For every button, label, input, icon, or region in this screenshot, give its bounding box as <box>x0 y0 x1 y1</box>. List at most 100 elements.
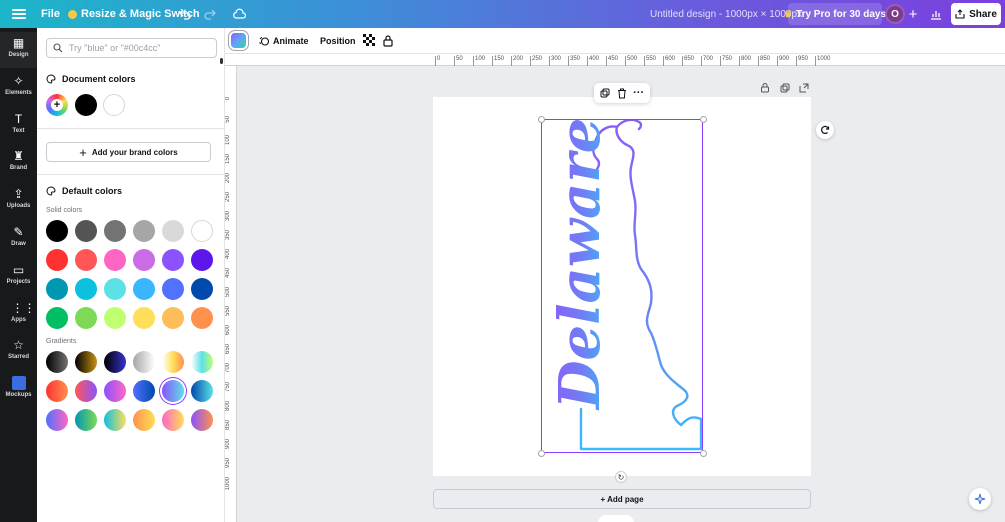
gradient-swatch[interactable] <box>162 409 184 431</box>
ruler-tick-label: 1000 <box>815 56 830 66</box>
gradient-swatch[interactable] <box>191 409 213 431</box>
rail-item-projects[interactable]: ▭ Projects <box>0 259 37 295</box>
animate-button[interactable]: Animate <box>259 34 309 48</box>
rail-item-uploads[interactable]: ⇪ Uploads <box>0 183 37 219</box>
gradient-swatch[interactable] <box>133 409 155 431</box>
gradient-swatch[interactable] <box>133 351 155 373</box>
solid-color-swatch[interactable] <box>133 278 155 300</box>
solid-color-swatch[interactable] <box>162 278 184 300</box>
rail-item-apps[interactable]: ⋮⋮ Apps <box>0 297 37 333</box>
ruler-tick-label: 400 <box>225 249 231 260</box>
selection-box <box>541 119 703 453</box>
solid-color-swatch[interactable] <box>46 220 68 242</box>
document-color-swatch[interactable] <box>103 94 125 116</box>
solid-color-swatch[interactable] <box>191 220 213 242</box>
solid-color-swatch[interactable] <box>133 249 155 271</box>
solid-color-swatch[interactable] <box>75 307 97 329</box>
gradient-swatch[interactable] <box>75 380 97 402</box>
gradient-swatch[interactable] <box>191 380 213 402</box>
lock-icon[interactable] <box>760 82 772 94</box>
search-input[interactable] <box>69 43 209 53</box>
copy-icon[interactable] <box>599 87 611 99</box>
solid-color-swatch[interactable] <box>191 307 213 329</box>
gradient-swatch[interactable] <box>162 351 184 373</box>
selected-color-button[interactable] <box>231 33 246 48</box>
rail-item-text[interactable]: T Text <box>0 108 37 144</box>
resize-handle[interactable] <box>538 116 545 123</box>
add-icon[interactable]: + <box>904 5 922 23</box>
delete-icon[interactable] <box>616 87 628 99</box>
more-icon[interactable]: ··· <box>633 87 645 99</box>
solid-color-swatch[interactable] <box>162 307 184 329</box>
solid-color-swatch[interactable] <box>133 220 155 242</box>
gradient-swatch[interactable] <box>104 409 126 431</box>
solid-color-swatch[interactable] <box>162 249 184 271</box>
solid-color-swatch[interactable] <box>75 278 97 300</box>
file-menu[interactable]: File <box>41 8 60 20</box>
document-color-swatch[interactable] <box>75 94 97 116</box>
solid-color-swatch[interactable] <box>162 220 184 242</box>
avatar[interactable]: O <box>885 4 905 24</box>
solid-color-swatch[interactable] <box>191 249 213 271</box>
ruler-tick-label: 550 <box>644 56 656 66</box>
rail-item-design[interactable]: ▦ Design <box>0 32 37 68</box>
rail-item-mockups[interactable]: Mockups <box>0 372 37 408</box>
add-page-button[interactable]: + Add page <box>433 489 811 509</box>
lock-icon[interactable] <box>382 34 396 48</box>
magic-assistant-icon[interactable] <box>969 488 991 510</box>
solid-color-swatch[interactable] <box>75 220 97 242</box>
solid-color-swatch[interactable] <box>104 249 126 271</box>
resize-handle[interactable] <box>700 450 707 457</box>
position-button[interactable]: Position <box>320 36 356 46</box>
divider <box>37 128 224 129</box>
rail-item-starred[interactable]: ☆ Starred <box>0 334 37 370</box>
add-color-button[interactable]: + <box>46 94 68 116</box>
gradient-swatch[interactable] <box>104 351 126 373</box>
solid-color-swatch[interactable] <box>46 249 68 271</box>
rail-item-elements[interactable]: ✧ Elements <box>0 70 37 106</box>
resize-handle[interactable] <box>538 450 545 457</box>
ruler-tick-label: 800 <box>739 56 751 66</box>
gradient-swatch[interactable] <box>75 351 97 373</box>
redo-icon[interactable] <box>201 5 219 23</box>
gradient-swatch[interactable] <box>191 351 213 373</box>
cloud-save-icon[interactable] <box>230 5 248 23</box>
gradient-swatch[interactable] <box>46 380 68 402</box>
add-brand-colors-button[interactable]: + Add your brand colors <box>46 142 211 162</box>
scrollbar[interactable] <box>220 58 223 64</box>
color-search[interactable] <box>46 38 217 58</box>
solid-color-swatch[interactable] <box>104 278 126 300</box>
solid-color-swatch[interactable] <box>104 220 126 242</box>
try-pro-button[interactable]: ♛ Try Pro for 30 days <box>784 3 886 25</box>
document-title[interactable]: Untitled design - 1000px × 1000px <box>650 9 802 20</box>
rail-label: Draw <box>11 241 26 247</box>
gradient-swatch[interactable] <box>46 351 68 373</box>
rotate-icon[interactable]: ↻ <box>615 471 627 483</box>
element-toolbar: ··· <box>594 83 650 103</box>
menu-icon[interactable] <box>12 7 26 21</box>
add-page-icon[interactable] <box>799 82 811 94</box>
gradient-swatch[interactable] <box>162 380 184 402</box>
solid-color-swatch[interactable] <box>46 307 68 329</box>
rail-item-brand[interactable]: ♜ Brand <box>0 145 37 181</box>
solid-color-swatch[interactable] <box>133 307 155 329</box>
duplicate-icon[interactable] <box>780 82 792 94</box>
gradient-swatch[interactable] <box>46 409 68 431</box>
solid-color-swatch[interactable] <box>75 249 97 271</box>
undo-icon[interactable] <box>176 5 194 23</box>
rail-item-draw[interactable]: ✎ Draw <box>0 221 37 257</box>
gradient-swatch[interactable] <box>104 380 126 402</box>
resize-handle[interactable] <box>700 116 707 123</box>
solid-color-swatch[interactable] <box>46 278 68 300</box>
solid-color-swatch[interactable] <box>191 278 213 300</box>
analytics-icon[interactable] <box>927 5 945 23</box>
solid-color-swatch[interactable] <box>104 307 126 329</box>
show-pages-handle[interactable] <box>598 515 634 522</box>
ruler-tick-label: 850 <box>225 420 231 431</box>
gradient-swatch[interactable] <box>133 380 155 402</box>
refresh-icon[interactable] <box>816 121 834 139</box>
transparency-icon[interactable] <box>363 34 377 48</box>
gradient-swatch[interactable] <box>75 409 97 431</box>
document-colors-title: Document colors <box>62 74 136 84</box>
share-button[interactable]: Share <box>951 3 1001 25</box>
